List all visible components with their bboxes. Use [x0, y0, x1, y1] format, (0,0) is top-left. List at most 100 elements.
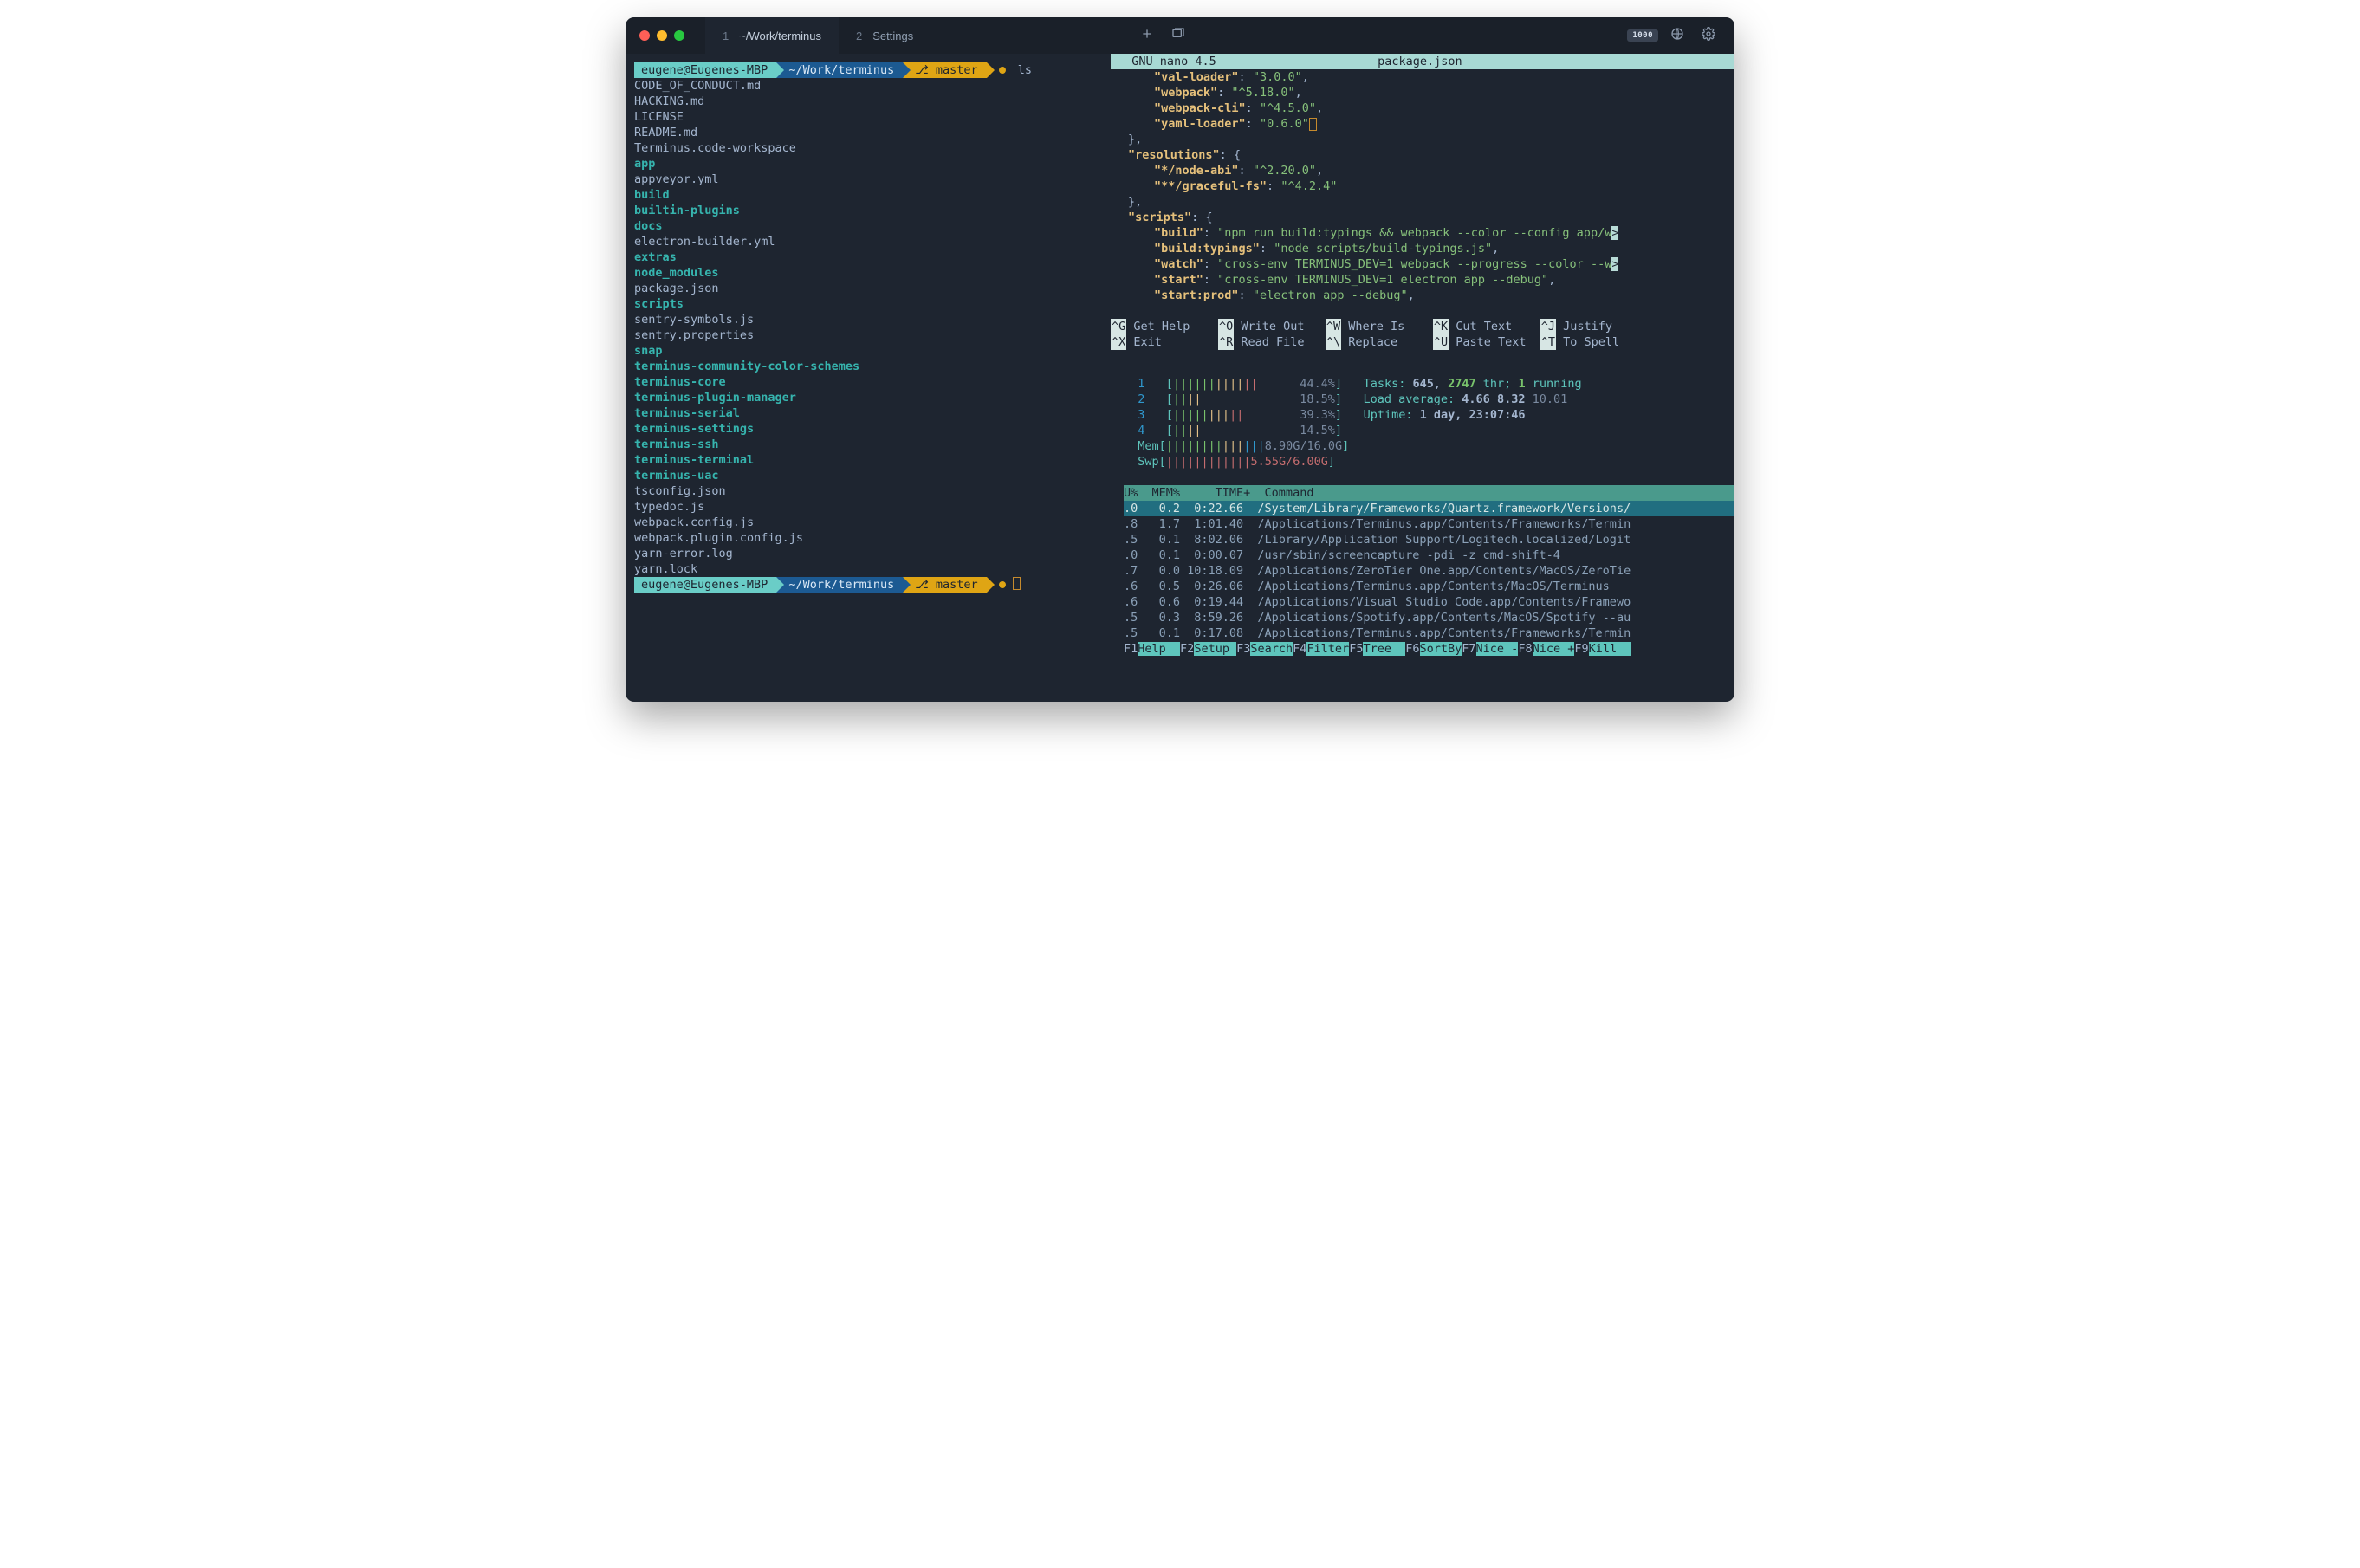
cpu-meter: 4 [|||| 14.5%] [1124, 423, 1734, 438]
swap-meter: Swp[||||||||||||5.55G/6.00G] [1124, 454, 1734, 470]
nano-hotkey-row: ^G Get Help ^O Write Out ^W Where Is ^K … [1111, 319, 1734, 334]
file-entry: terminus-plugin-manager [634, 390, 1111, 405]
terminal-pane-right: GNU nano 4.5 package.json "val-loader": … [1111, 54, 1734, 702]
nano-line: "build:typings": "node scripts/build-typ… [1111, 241, 1734, 256]
file-entry: build [634, 187, 1111, 203]
nano-line: "webpack-cli": "^4.5.0", [1111, 100, 1734, 116]
globe-icon [1670, 27, 1684, 41]
maximize-window-button[interactable] [674, 30, 684, 41]
file-entry: webpack.plugin.config.js [634, 530, 1111, 546]
terminal-pane-left[interactable]: eugene@Eugenes-MBP ~/Work/terminus ⎇ mas… [626, 54, 1111, 702]
file-entry: snap [634, 343, 1111, 359]
zoom-badge: 1000 [1627, 29, 1658, 42]
prompt-branch: ⎇ master [903, 62, 986, 78]
file-entry: scripts [634, 296, 1111, 312]
file-entry: builtin-plugins [634, 203, 1111, 218]
new-tab-button[interactable] [1135, 22, 1159, 49]
nano-line: "*/node-abi": "^2.20.0", [1111, 163, 1734, 178]
split-pane-button[interactable] [1166, 22, 1190, 49]
nano-hotkey-row: ^X Exit ^R Read File ^\ Replace ^U Paste… [1111, 334, 1734, 350]
process-row[interactable]: .0 0.2 0:22.66 /System/Library/Framework… [1124, 501, 1734, 516]
plus-icon [1140, 27, 1154, 41]
htop-fn-key[interactable]: F2 [1180, 642, 1194, 656]
file-entry: terminus-community-color-schemes [634, 359, 1111, 374]
file-entry: README.md [634, 125, 1111, 140]
tab-terminal[interactable]: 1 ~/Work/terminus [705, 17, 839, 54]
htop-pane[interactable]: 1 [|||||||||||| 44.4%] Tasks: 645, 2747 … [1111, 376, 1734, 657]
prompt-path: ~/Work/terminus [776, 62, 903, 78]
nano-line: "watch": "cross-env TERMINUS_DEV=1 webpa… [1111, 256, 1734, 272]
file-entry: typedoc.js [634, 499, 1111, 515]
file-entry: webpack.config.js [634, 515, 1111, 530]
nano-line: }, [1111, 132, 1734, 147]
process-row[interactable]: .0 0.1 0:00.07 /usr/sbin/screencapture -… [1124, 548, 1734, 563]
close-window-button[interactable] [639, 30, 650, 41]
windows-icon [1171, 27, 1185, 41]
htop-meters: 1 [|||||||||||| 44.4%] Tasks: 645, 2747 … [1124, 376, 1734, 470]
nano-hotkey[interactable]: ^R [1218, 334, 1234, 350]
file-entry: terminus-uac [634, 468, 1111, 483]
tab-title: ~/Work/terminus [739, 29, 821, 42]
process-row[interactable]: .8 1.7 1:01.40 /Applications/Terminus.ap… [1124, 516, 1734, 532]
htop-fn-key[interactable]: F5 [1349, 642, 1363, 656]
htop-fn-key[interactable]: F8 [1518, 642, 1532, 656]
htop-fn-key[interactable]: F4 [1293, 642, 1306, 656]
file-entry: yarn.lock [634, 561, 1111, 577]
nano-hotkey[interactable]: ^W [1326, 319, 1341, 334]
file-entry: terminus-terminal [634, 452, 1111, 468]
nano-hotkey[interactable]: ^\ [1326, 334, 1341, 350]
htop-fn-key[interactable]: F3 [1236, 642, 1250, 656]
process-row[interactable]: .6 0.5 0:26.06 /Applications/Terminus.ap… [1124, 579, 1734, 594]
nano-line: "val-loader": "3.0.0", [1111, 69, 1734, 85]
file-entry: yarn-error.log [634, 546, 1111, 561]
process-row[interactable]: .5 0.1 8:02.06 /Library/Application Supp… [1124, 532, 1734, 548]
prompt: eugene@Eugenes-MBP ~/Work/terminus ⎇ mas… [634, 577, 1111, 593]
memory-meter: Mem[||||||||||||||8.90G/16.0G] [1124, 438, 1734, 454]
nano-editor-pane[interactable]: GNU nano 4.5 package.json "val-loader": … [1111, 54, 1734, 350]
tab-settings[interactable]: 2 Settings [839, 17, 930, 54]
process-row[interactable]: .6 0.6 0:19.44 /Applications/Visual Stud… [1124, 594, 1734, 610]
nano-hotkey[interactable]: ^G [1111, 319, 1126, 334]
nano-line: "build": "npm run build:typings && webpa… [1111, 225, 1734, 241]
cursor [1013, 577, 1021, 590]
ssh-button[interactable] [1665, 22, 1689, 49]
process-row[interactable]: .5 0.1 0:17.08 /Applications/Terminus.ap… [1124, 625, 1734, 641]
nano-line: "webpack": "^5.18.0", [1111, 85, 1734, 100]
prompt-dirty-icon [999, 581, 1006, 588]
nano-hotkey[interactable]: ^U [1433, 334, 1449, 350]
htop-fn-key[interactable]: F6 [1405, 642, 1419, 656]
tab-number: 1 [723, 29, 729, 42]
nano-hotkey[interactable]: ^J [1540, 319, 1556, 334]
prompt-command: ls [1018, 62, 1032, 78]
htop-fn-key[interactable]: F9 [1574, 642, 1588, 656]
tab-title: Settings [872, 29, 913, 42]
nano-version: GNU nano 4.5 [1118, 54, 1216, 69]
file-entry: app [634, 156, 1111, 172]
file-entry: node_modules [634, 265, 1111, 281]
pane-container: eugene@Eugenes-MBP ~/Work/terminus ⎇ mas… [626, 54, 1734, 702]
file-entry: package.json [634, 281, 1111, 296]
tab-bar: 1 ~/Work/terminus 2 Settings [705, 17, 1128, 54]
file-entry: tsconfig.json [634, 483, 1111, 499]
htop-process-list: .0 0.2 0:22.66 /System/Library/Framework… [1124, 501, 1734, 641]
nano-line: "yaml-loader": "0.6.0" [1111, 116, 1734, 132]
nano-hotkey[interactable]: ^O [1218, 319, 1234, 334]
nano-line: "scripts": { [1111, 210, 1734, 225]
nano-hotkey[interactable]: ^X [1111, 334, 1126, 350]
file-entry: HACKING.md [634, 94, 1111, 109]
nano-hotkey[interactable]: ^K [1433, 319, 1449, 334]
file-entry: Terminus.code-workspace [634, 140, 1111, 156]
nano-filename: package.json [1216, 54, 1624, 69]
process-row[interactable]: .5 0.3 8:59.26 /Applications/Spotify.app… [1124, 610, 1734, 625]
nano-hotkey-bar: ^G Get Help ^O Write Out ^W Where Is ^K … [1111, 319, 1734, 350]
prompt-dirty-icon [999, 67, 1006, 74]
minimize-window-button[interactable] [657, 30, 667, 41]
process-row[interactable]: .7 0.0 10:18.09 /Applications/ZeroTier O… [1124, 563, 1734, 579]
gear-icon [1702, 27, 1715, 41]
cpu-meter: 2 [|||| 18.5%] Load average: 4.66 8.32 1… [1124, 392, 1734, 407]
nano-hotkey[interactable]: ^T [1540, 334, 1556, 350]
tab-number: 2 [856, 29, 862, 42]
htop-fn-key[interactable]: F1 [1124, 642, 1138, 656]
settings-button[interactable] [1696, 22, 1721, 49]
htop-fn-key[interactable]: F7 [1462, 642, 1475, 656]
